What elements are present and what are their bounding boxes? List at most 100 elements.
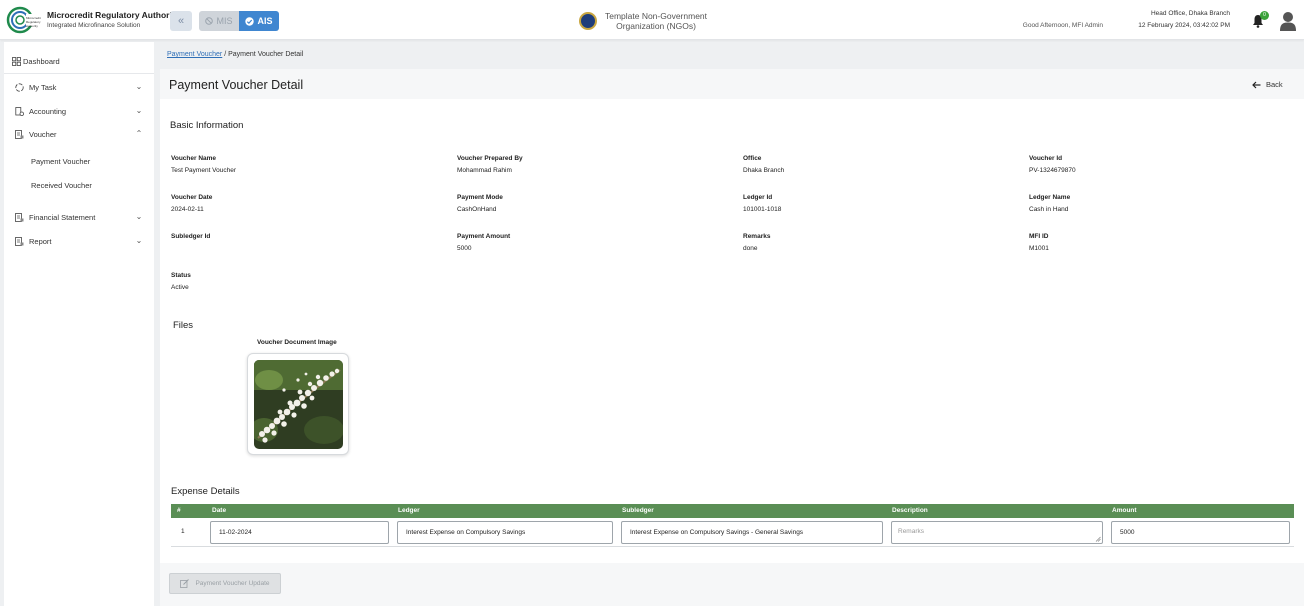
notification-badge: 0 [1260,11,1269,20]
table-row: 1 11-02-2024 Interest Expense on Compuls… [171,518,1294,547]
ledger-input[interactable]: Interest Expense on Compulsory Savings [397,521,613,544]
mis-label: MIS [216,16,233,26]
row-number: 1 [181,528,185,535]
greeting: Good Afternoon, MFI Admin [1022,22,1103,29]
current-datetime: 12 February 2024, 03:42:02 PM [1138,22,1230,29]
check-circle-icon [245,16,255,26]
ban-icon [205,17,214,25]
sidebar-item-label: Dashboard [23,56,60,66]
field-label-status: Status [171,272,191,279]
sidebar-item-label: Financial Statement [29,212,96,222]
back-button[interactable]: Back [1252,80,1283,89]
voucher-document-image[interactable] [254,360,343,449]
date-input[interactable]: 11-02-2024 [210,521,389,544]
collapse-sidebar-button[interactable]: « [170,11,192,31]
field-label-office: Office [743,155,762,162]
sidebar-subitem-payment-voucher[interactable]: Payment Voucher [31,157,90,166]
amount-input[interactable]: 5000 [1111,521,1290,544]
files-title: Files [173,320,194,331]
org-subtitle: Integrated Microfinance Solution [47,22,141,29]
column-header-amount: Amount [1112,507,1137,514]
field-label-ledger-id: Ledger Id [743,194,773,201]
field-value-prepared-by: Mohammad Rahim [457,167,512,174]
field-label-payment-amount: Payment Amount [457,233,511,240]
field-label-voucher-name: Voucher Name [171,155,217,162]
detail-card: Basic Information Voucher Name Test Paym… [160,99,1304,606]
field-value-voucher-date: 2024-02-11 [171,206,204,213]
subledger-input[interactable]: Interest Expense on Compulsory Savings -… [621,521,883,544]
column-header-date: Date [212,507,227,514]
resize-handle-icon[interactable] [1095,536,1101,542]
chevron-down-icon: ⌄ [135,106,143,115]
voucher-document-label: Voucher Document Image [257,339,337,346]
sidebar: Dashboard My Task ⌄ Accounting ⌄ Voucher… [4,42,154,606]
column-header-subledger: Subledger [622,507,654,514]
field-value-status: Active [171,284,189,291]
report-icon [15,236,24,246]
sidebar-item-label: Voucher [29,129,57,139]
breadcrumb-current: Payment Voucher Detail [228,51,304,58]
column-header-number: # [177,507,181,514]
sidebar-item-my-task[interactable]: My Task ⌄ [4,76,154,98]
field-value-payment-amount: 5000 [457,245,472,252]
sidebar-item-voucher[interactable]: Voucher ⌃ [4,123,154,145]
field-value-ledger-name: Cash in Hand [1029,206,1069,213]
field-value-remarks: done [743,245,758,252]
breadcrumb-link-payment-voucher[interactable]: Payment Voucher [167,51,222,58]
sidebar-item-accounting[interactable]: Accounting ⌄ [4,100,154,122]
page-title: Payment Voucher Detail [169,78,304,92]
field-label-ledger-name: Ledger Name [1029,194,1071,201]
statement-icon [15,212,24,222]
field-value-voucher-id: PV-1324679870 [1029,167,1076,174]
sidebar-divider [4,73,154,74]
field-value-ledger-id: 101001-1018 [743,206,782,213]
field-label-remarks: Remarks [743,233,771,240]
field-label-subledger-id: Subledger Id [171,233,211,240]
footer-band [160,563,1304,606]
top-bar: Microcredit Regulatory Authority Microcr… [0,0,1304,40]
sidebar-subitem-received-voucher[interactable]: Received Voucher [31,181,92,190]
sidebar-item-financial-statement[interactable]: Financial Statement ⌄ [4,206,154,228]
ngo-seal-icon [579,12,597,30]
branch-name: Head Office, Dhaka Branch [1150,10,1230,17]
main-content: Payment Voucher / Payment Voucher Detail… [160,42,1304,606]
voucher-icon [15,129,24,139]
page-header: Payment Voucher Detail Back [160,69,1304,99]
column-header-ledger: Ledger [398,507,420,514]
edit-icon [180,579,190,588]
accounting-icon [15,106,24,116]
sidebar-item-label: Accounting [29,106,67,116]
org-name: Microcredit Regulatory Authority [47,10,180,20]
ais-mode-button[interactable]: AIS [239,11,279,31]
user-avatar-icon[interactable] [1279,11,1297,31]
ais-label: AIS [257,16,273,26]
description-textarea[interactable]: Remarks [891,521,1103,544]
field-value-office: Dhaka Branch [743,167,785,174]
arrow-left-icon [1252,81,1261,88]
double-chevron-left-icon: « [177,15,185,27]
sidebar-item-report[interactable]: Report ⌄ [4,230,154,252]
field-value-mfi-id: M1001 [1029,245,1049,252]
field-label-prepared-by: Voucher Prepared By [457,155,523,162]
basic-info-title: Basic Information [170,120,244,131]
mode-switch: MIS AIS [199,11,279,31]
sidebar-item-label: Report [29,236,52,246]
breadcrumb-separator: / [224,51,227,58]
back-label: Back [1266,80,1283,89]
grid-icon [12,56,21,66]
description-placeholder: Remarks [898,528,925,535]
mis-mode-button[interactable]: MIS [199,11,239,31]
field-value-payment-mode: CashOnHand [457,206,497,213]
payment-voucher-update-button[interactable]: Payment Voucher Update [169,573,281,594]
sidebar-item-dashboard[interactable]: Dashboard [4,50,154,72]
mra-logo-icon: Microcredit Regulatory Authority [6,6,44,34]
voucher-document-card[interactable] [247,353,349,455]
chevron-up-icon: ⌃ [135,129,143,138]
field-value-voucher-name: Test Payment Voucher [171,167,237,174]
expense-table-header: # Date Ledger Subledger Description Amou… [171,504,1294,518]
chevron-down-icon: ⌄ [135,236,143,245]
svg-text:Authority: Authority [26,24,38,28]
update-button-label: Payment Voucher Update [195,580,270,587]
column-header-description: Description [892,507,928,514]
field-label-voucher-id: Voucher Id [1029,155,1063,162]
